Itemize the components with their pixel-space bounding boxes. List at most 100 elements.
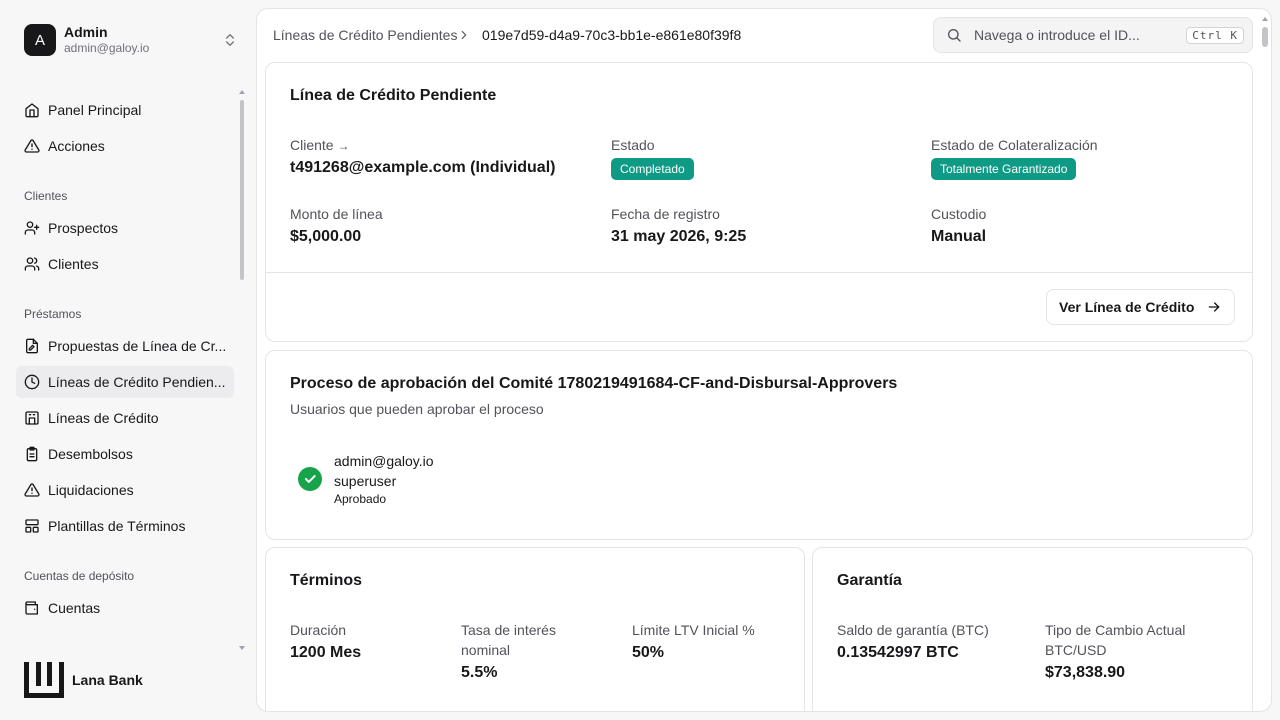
alert-triangle-icon — [24, 483, 40, 497]
card-title: Términos — [290, 572, 363, 589]
collateral-balance-label: Saldo de garantía (BTC) — [837, 622, 989, 638]
ltv-label: Límite LTV Inicial % — [632, 622, 755, 638]
approval-process-card: Proceso de aprobación del Comité 1780219… — [265, 350, 1253, 540]
clock-icon — [24, 374, 40, 390]
sidebar-item-label: Líneas de Crédito Pendien... — [48, 374, 226, 390]
sidebar-item-label: Clientes — [48, 256, 99, 272]
search-placeholder: Navega o introduce el ID... — [974, 27, 1140, 43]
approver-status: Aprobado — [334, 492, 387, 506]
brand-name: Lana Bank — [72, 672, 143, 688]
sidebar-item-label: Desembolsos — [48, 446, 133, 462]
sidebar-item-panel-principal[interactable]: Panel Principal — [16, 94, 234, 126]
breadcrumb-parent[interactable]: Líneas de Crédito Pendientes — [273, 27, 457, 43]
sidebar-item-lineas-pendientes[interactable]: Líneas de Crédito Pendien... — [16, 366, 234, 398]
chevrons-up-down-icon — [226, 34, 234, 46]
layout-icon — [25, 519, 39, 533]
client-link[interactable]: Cliente → — [290, 135, 349, 156]
topbar: Líneas de Crédito Pendientes 019e7d59-d4… — [257, 9, 1257, 61]
view-credit-line-label: Ver Línea de Crédito — [1059, 299, 1195, 315]
avatar: A — [24, 24, 56, 56]
approved-check-icon — [298, 467, 322, 491]
card-title: Proceso de aprobación del Comité 1780219… — [290, 375, 898, 392]
rate-value: 5.5% — [461, 664, 498, 681]
date-label: Fecha de registro — [611, 206, 720, 222]
sidebar-section-prestamos: Préstamos — [24, 307, 82, 321]
pending-credit-line-card: Línea de Crédito Pendiente Cliente → t49… — [265, 62, 1253, 342]
divider — [266, 272, 1252, 273]
sidebar-item-label: Liquidaciones — [48, 482, 134, 498]
main-scroll-thumb[interactable] — [1262, 27, 1268, 47]
status-label: Estado — [611, 137, 655, 153]
search-shortcut: Ctrl K — [1186, 26, 1244, 44]
sidebar-item-lineas-credito[interactable]: Líneas de Crédito — [16, 402, 234, 434]
scroll-up-icon[interactable] — [1262, 17, 1268, 21]
clipboard-icon — [26, 446, 38, 462]
sidebar-scrollbar[interactable] — [238, 90, 246, 650]
card-title: Línea de Crédito Pendiente — [290, 87, 497, 104]
sidebar-item-propuestas[interactable]: Propuestas de Línea de Cr... — [16, 330, 234, 362]
sidebar-section-clientes: Clientes — [24, 189, 68, 203]
users-icon — [24, 257, 40, 271]
terms-card: Términos Duración 1200 Mes Tasa de inter… — [265, 547, 805, 711]
arrow-right-icon: → — [337, 139, 350, 153]
search-icon — [948, 29, 961, 42]
amount-value: $5,000.00 — [290, 228, 362, 245]
sidebar-nav: Panel Principal Acciones Clientes Prospe… — [16, 94, 234, 646]
sidebar-item-clientes[interactable]: Clientes — [16, 248, 234, 280]
view-credit-line-button[interactable]: Ver Línea de Crédito — [1046, 289, 1236, 325]
sidebar-item-label: Prospectos — [48, 220, 119, 236]
collateral-balance-value: 0.13542997 BTC — [837, 644, 959, 661]
arrow-right-icon — [1209, 302, 1220, 312]
client-label: Cliente — [290, 137, 334, 153]
card-title: Garantía — [837, 572, 902, 589]
sidebar: A Admin admin@galoy.io Panel Principal A… — [0, 0, 256, 720]
main-panel: Líneas de Crédito Pendientes 019e7d59-d4… — [256, 8, 1272, 712]
breadcrumb-current: 019e7d59-d4a9-70c3-bb1e-e861e80f39f8 — [482, 27, 742, 43]
user-switcher[interactable]: A Admin admin@galoy.io — [24, 22, 238, 58]
card-subtitle: Usuarios que pueden aprobar el proceso — [290, 401, 544, 417]
user-name: Admin — [64, 24, 108, 40]
sidebar-item-plantillas[interactable]: Plantillas de Términos — [16, 510, 234, 542]
duration-label: Duración — [290, 622, 347, 638]
approver-role: superuser — [334, 473, 397, 489]
search-input[interactable]: Navega o introduce el ID... Ctrl K — [933, 17, 1253, 53]
sidebar-item-label: Líneas de Crédito — [48, 410, 159, 426]
user-plus-icon — [24, 221, 40, 235]
brand: Lana Bank — [24, 662, 143, 698]
client-value: t491268@example.com (Individual) — [290, 159, 556, 176]
chevron-right-icon — [461, 30, 467, 40]
wallet-icon — [25, 601, 38, 615]
collateral-state-badge: Totalmente Garantizado — [931, 158, 1077, 180]
collateral-state-label: Estado de Colateralización — [931, 137, 1098, 153]
main-scrollbar[interactable] — [1261, 17, 1269, 707]
scroll-down-icon[interactable] — [239, 646, 245, 650]
home-icon — [25, 103, 39, 118]
sidebar-scroll-thumb[interactable] — [240, 100, 244, 280]
exchange-rate-label-1: Tipo de Cambio Actual — [1045, 622, 1186, 638]
sidebar-item-desembolsos[interactable]: Desembolsos — [16, 438, 234, 470]
approver-email: admin@galoy.io — [334, 453, 434, 469]
rate-label-1: Tasa de interés — [461, 622, 556, 638]
sidebar-section-cuentas-deposito: Cuentas de depósito — [24, 569, 135, 583]
exchange-rate-value: $73,838.90 — [1045, 664, 1126, 681]
user-email: admin@galoy.io — [64, 41, 150, 55]
duration-value: 1200 Mes — [290, 644, 362, 661]
sidebar-item-prospectos[interactable]: Prospectos — [16, 212, 234, 244]
custody-label: Custodio — [931, 206, 987, 222]
alert-triangle-icon — [24, 139, 40, 153]
scroll-up-icon[interactable] — [239, 90, 245, 94]
amount-label: Monto de línea — [290, 206, 383, 222]
sidebar-item-liquidaciones[interactable]: Liquidaciones — [16, 474, 234, 506]
sidebar-item-label: Panel Principal — [48, 102, 142, 118]
sidebar-item-label: Propuestas de Línea de Cr... — [48, 338, 227, 354]
sidebar-item-label: Plantillas de Términos — [48, 518, 186, 534]
status-badge: Completado — [611, 158, 694, 180]
ltv-value: 50% — [632, 644, 665, 661]
custody-value: Manual — [931, 228, 987, 245]
file-edit-icon — [26, 338, 38, 354]
date-value: 31 may 2026, 9:25 — [611, 228, 747, 245]
exchange-rate-label-2: BTC/USD — [1045, 642, 1107, 658]
sidebar-item-acciones[interactable]: Acciones — [16, 130, 234, 162]
sidebar-item-cuentas[interactable]: Cuentas — [16, 592, 234, 624]
lana-logo-icon — [24, 662, 64, 698]
